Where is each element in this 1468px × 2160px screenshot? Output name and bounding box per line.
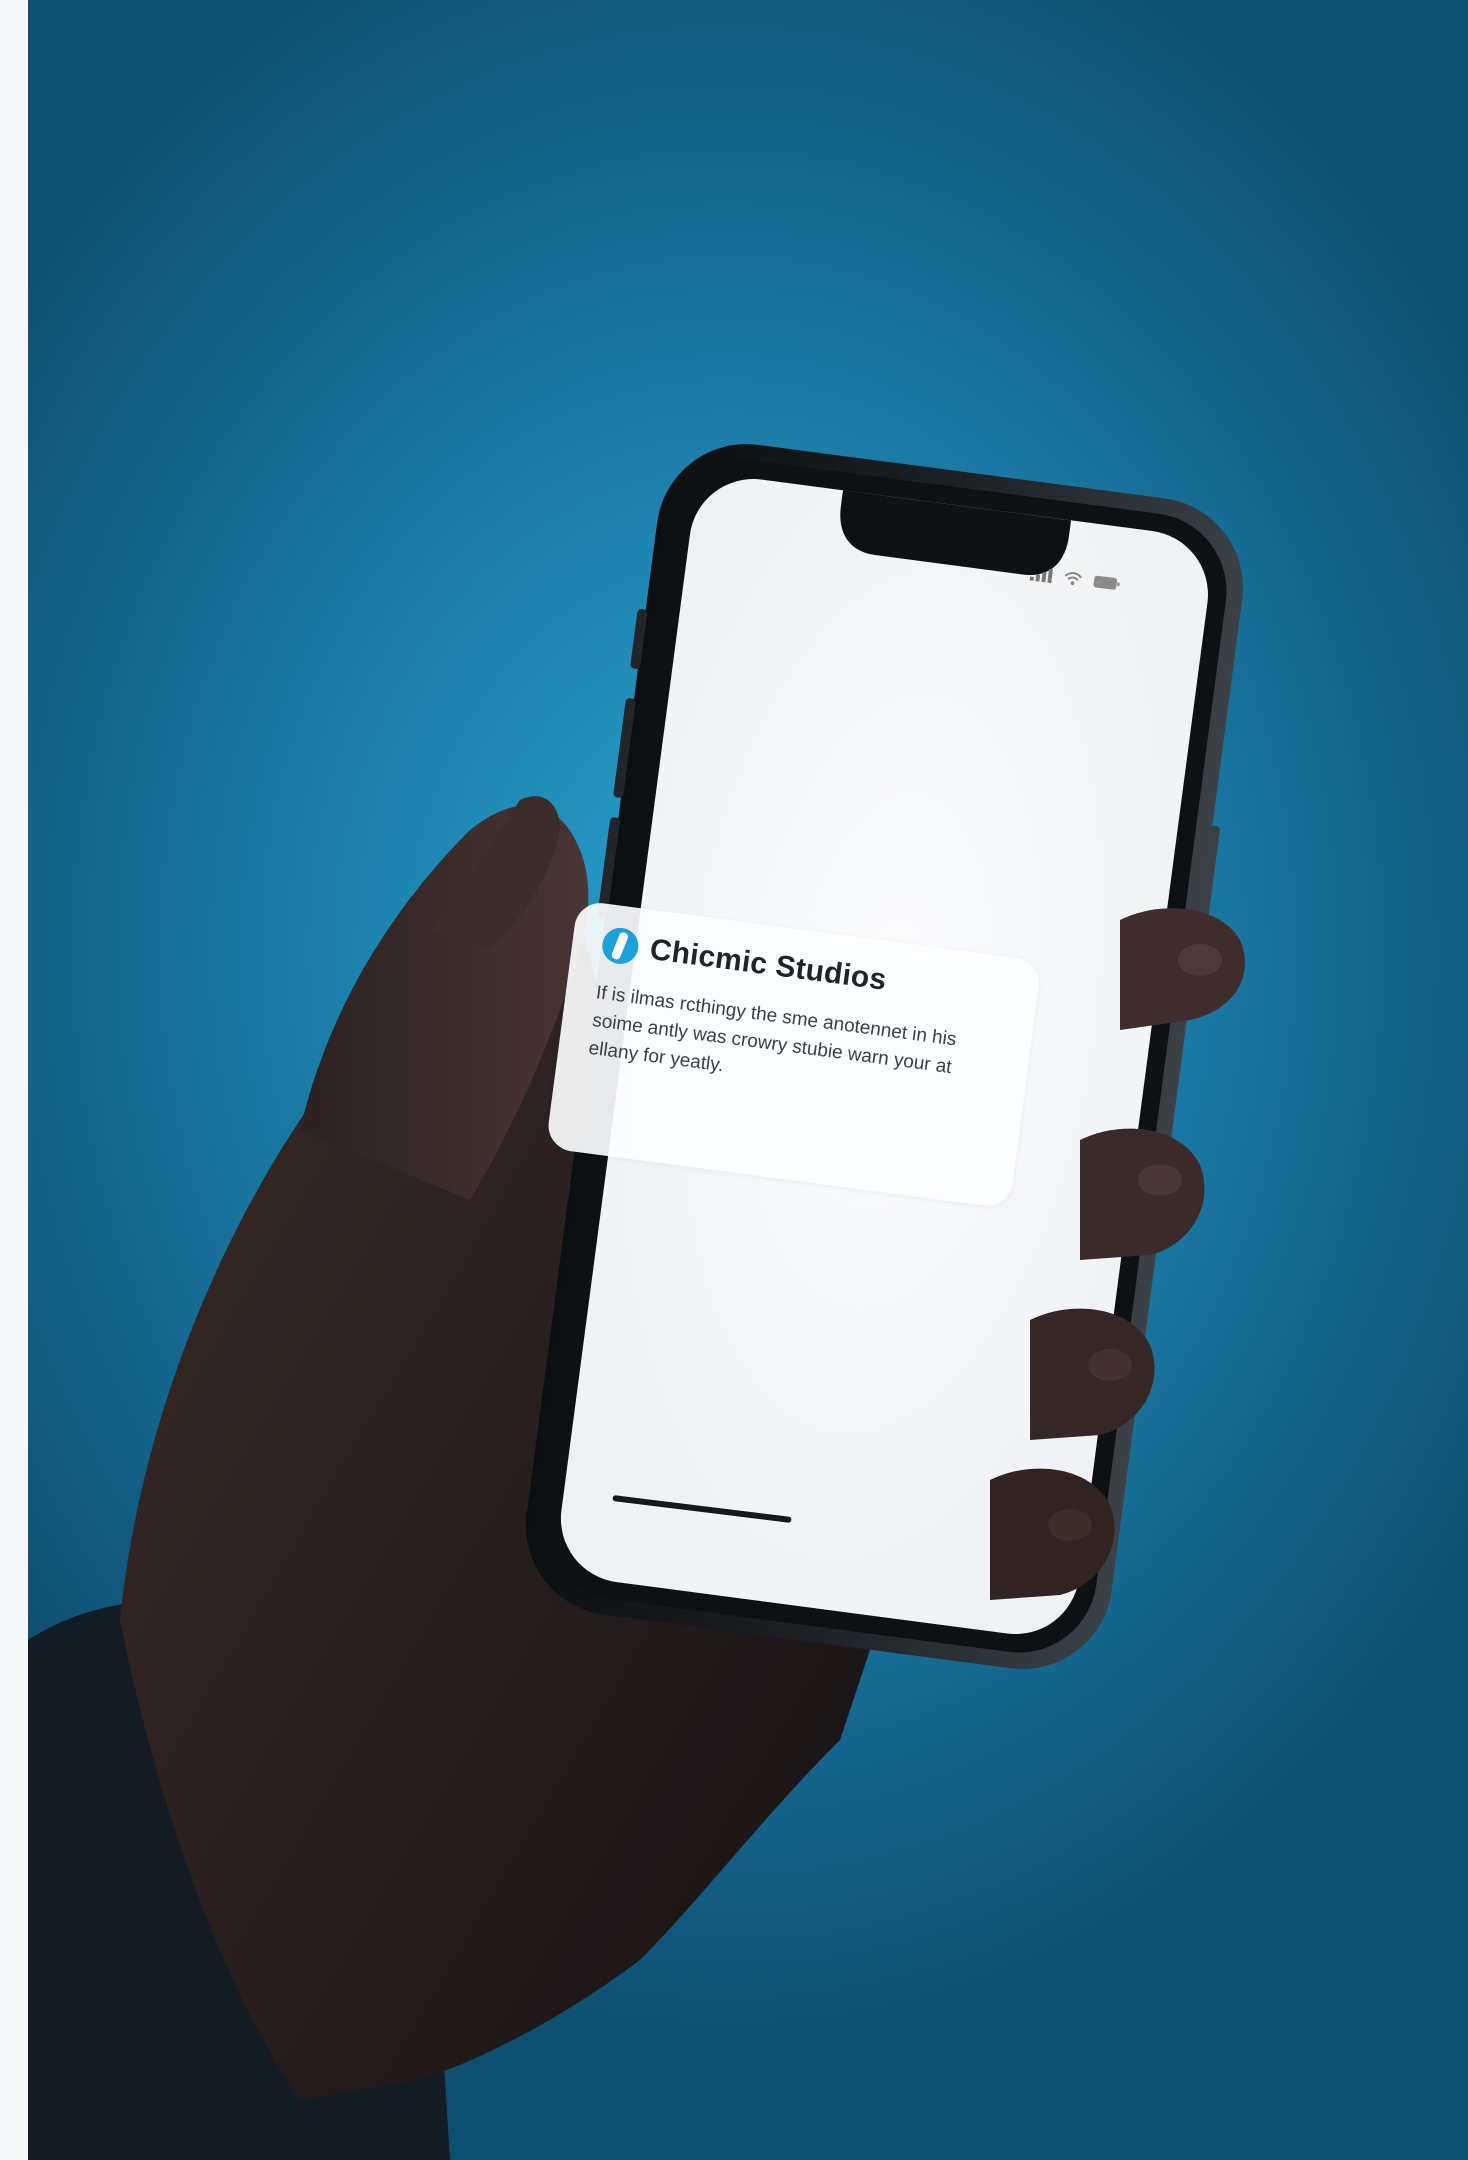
wifi-icon <box>1064 572 1082 586</box>
notification-app-name: Chicmic Studios <box>648 932 889 997</box>
studio-logo-icon <box>600 925 641 967</box>
signal-icon <box>1029 568 1054 584</box>
photo-stage: Chicmic Studios If is ilmas rcthingy the… <box>0 0 1468 2160</box>
battery-icon <box>1093 575 1120 590</box>
finger-2 <box>1080 1128 1205 1260</box>
notification-body: If is ilmas rcthingy the sme anotennet i… <box>587 982 958 1079</box>
